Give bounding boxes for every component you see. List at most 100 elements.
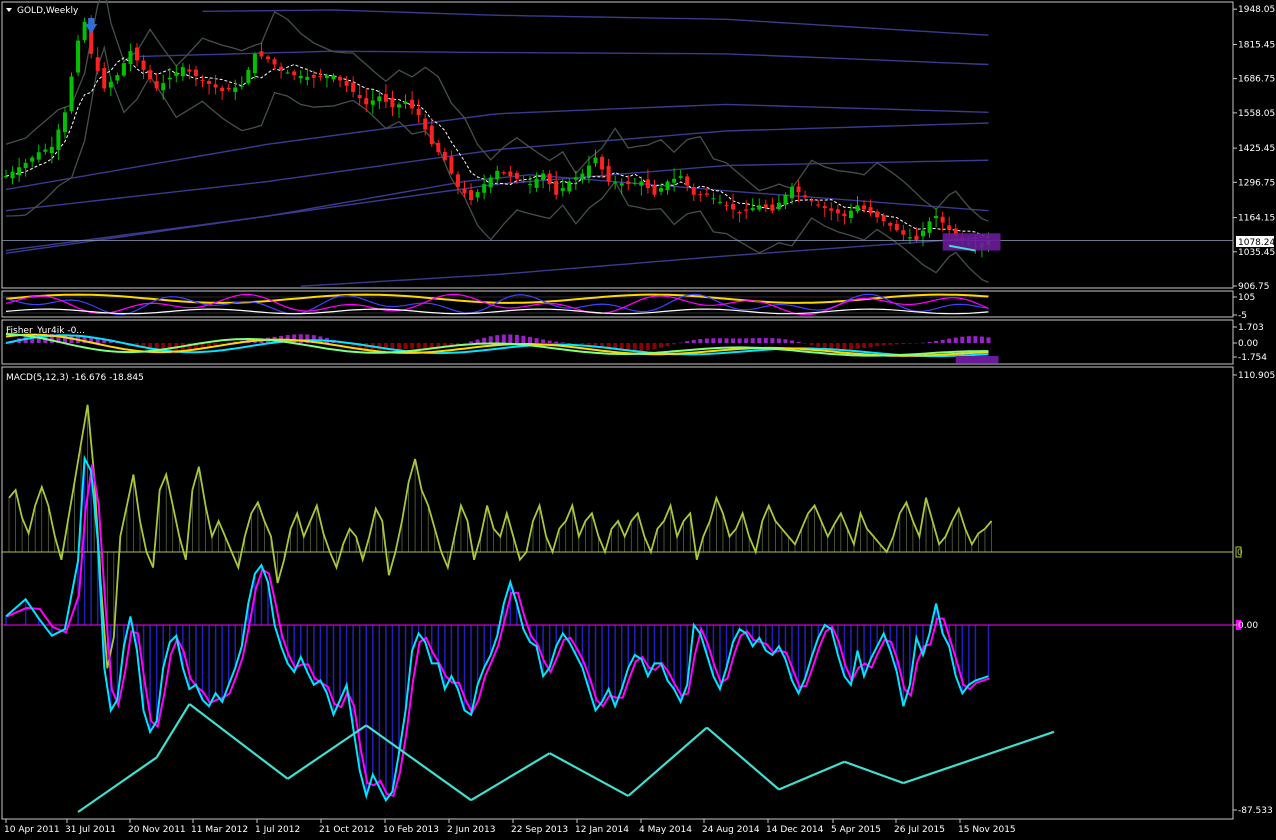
fisher-bar xyxy=(482,337,487,343)
fisher-bar xyxy=(724,338,729,343)
macd-panel[interactable] xyxy=(1,366,1234,820)
candle-body xyxy=(23,162,28,168)
candle-body xyxy=(161,83,166,91)
fisher-bar xyxy=(927,341,932,343)
fisher-bar xyxy=(757,338,762,343)
candle-body xyxy=(541,173,546,181)
fisher-bar xyxy=(907,343,912,344)
candle-body xyxy=(796,186,801,193)
main-price-panel[interactable] xyxy=(1,1,1234,289)
fisher-bar xyxy=(462,343,467,344)
x-tick-label: 20 Nov 2011 xyxy=(128,825,186,835)
x-tick-label: 22 Sep 2013 xyxy=(511,825,568,835)
candle-body xyxy=(17,167,22,176)
candle-body xyxy=(744,209,749,211)
fisher-bar xyxy=(652,343,657,350)
fisher-bar xyxy=(410,343,415,349)
fisher-tick-label: -1.754 xyxy=(1238,353,1267,363)
candle-body xyxy=(737,212,742,214)
osc-zero-label: 0 xyxy=(1237,548,1243,558)
fisher-bar xyxy=(403,343,408,349)
candle-body xyxy=(102,68,107,89)
candle-body xyxy=(776,202,781,210)
fisher-bar xyxy=(580,343,585,345)
candle-body xyxy=(907,237,912,239)
candle-body xyxy=(501,172,506,174)
current-price-label: 1078.24 xyxy=(1238,238,1275,248)
candle-body xyxy=(848,210,853,218)
candle-body xyxy=(121,63,126,76)
x-tick-label: 24 Aug 2014 xyxy=(702,825,760,835)
fisher-bar xyxy=(960,336,965,343)
candle-body xyxy=(370,100,375,105)
fisher-bar xyxy=(862,343,867,348)
candle-body xyxy=(881,215,886,222)
fisher-bar xyxy=(737,338,742,343)
fisher-bar xyxy=(973,336,978,343)
fisher-tick-label: 0.00 xyxy=(1238,339,1258,349)
candle-body xyxy=(495,170,500,180)
fisher-bar xyxy=(934,340,939,343)
candle-body xyxy=(619,183,624,186)
fisher-bar xyxy=(894,343,899,345)
fisher-panel[interactable] xyxy=(1,319,1234,365)
candle-body xyxy=(724,205,729,207)
fisher-bar xyxy=(220,343,225,344)
candle-body xyxy=(613,182,618,184)
x-tick-label: 2 Jun 2013 xyxy=(447,825,495,835)
fisher-bar xyxy=(213,343,218,346)
price-tick-label: 1558.05 xyxy=(1238,109,1275,119)
fisher-bar xyxy=(921,342,925,344)
fisher-bar xyxy=(685,341,690,343)
fisher-bar xyxy=(554,341,559,343)
candle-body xyxy=(318,76,323,78)
candle-body xyxy=(475,192,480,198)
candle-body xyxy=(226,87,231,90)
candle-body xyxy=(220,87,225,92)
fisher-bar xyxy=(947,338,952,343)
candle-body xyxy=(672,178,677,183)
x-tick-label: 10 Apr 2011 xyxy=(4,825,60,835)
candle-body xyxy=(508,171,513,177)
candle-body xyxy=(835,209,840,214)
candle-body xyxy=(187,69,192,72)
fisher-bar xyxy=(868,343,873,347)
candle-body xyxy=(95,57,100,72)
candle-body xyxy=(763,204,768,209)
macd-title: MACD(5,12,3) -16.676 -18.845 xyxy=(6,373,144,383)
fisher-bar xyxy=(475,339,480,343)
fisher-bar xyxy=(469,341,474,343)
candle-body xyxy=(914,235,919,240)
candle-body xyxy=(862,205,867,210)
candle-body xyxy=(62,112,67,133)
fisher-bar xyxy=(508,334,513,343)
candle-body xyxy=(154,81,159,89)
candle-body xyxy=(704,193,709,195)
macd-tick-label: -87.533 xyxy=(1238,806,1273,816)
candle-body xyxy=(659,188,663,192)
candle-body xyxy=(770,204,775,211)
fisher-bar xyxy=(586,343,591,345)
chart-canvas[interactable]: 0 1948.05 1815.45 1686.75 1558.05 1425.45 129… xyxy=(0,0,1276,840)
fisher-bar xyxy=(521,335,526,343)
candle-body xyxy=(180,67,185,77)
candle-body xyxy=(600,156,605,170)
candle-body xyxy=(4,176,8,178)
fisher-bar xyxy=(796,341,801,343)
candle-body xyxy=(167,77,172,80)
candle-body xyxy=(560,188,565,192)
candle-body xyxy=(311,74,316,78)
candle-body xyxy=(921,230,925,237)
price-tick-label: 1948.05 xyxy=(1238,5,1275,15)
candle-body xyxy=(639,181,644,186)
candle-body xyxy=(469,190,474,201)
fisher-bar xyxy=(639,343,644,351)
fisher-bar xyxy=(809,343,814,346)
candle-body xyxy=(894,223,899,231)
fisher-bar xyxy=(750,338,755,343)
fisher-bar xyxy=(541,339,546,343)
window-title[interactable]: GOLD,Weekly xyxy=(6,6,79,16)
candle-body xyxy=(829,208,834,211)
candle-body xyxy=(279,66,284,70)
candle-body xyxy=(455,174,460,187)
